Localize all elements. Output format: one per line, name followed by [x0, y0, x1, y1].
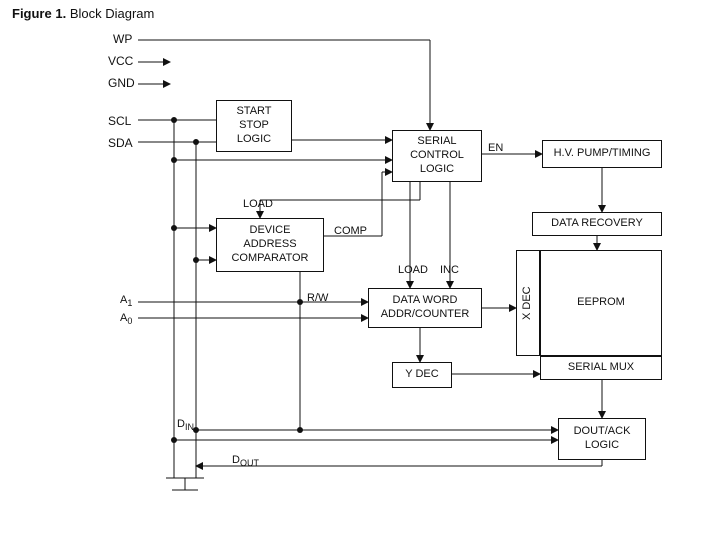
- sig-rw: R/W: [307, 292, 328, 304]
- block-data-recovery: DATA RECOVERY: [532, 212, 662, 236]
- block-serial-mux-label: SERIAL MUX: [568, 361, 634, 375]
- block-device-address-comparator: DEVICEADDRESSCOMPARATOR: [216, 218, 324, 272]
- block-start-stop-logic-label: STARTSTOPLOGIC: [236, 105, 271, 146]
- pin-a1: A1: [120, 294, 132, 308]
- block-data-recovery-label: DATA RECOVERY: [551, 217, 643, 231]
- pin-scl: SCL: [108, 114, 131, 128]
- block-serial-control-logic-label: SERIALCONTROLLOGIC: [410, 135, 464, 176]
- block-x-dec-label: X DEC: [521, 286, 535, 320]
- sig-comp: COMP: [334, 225, 367, 237]
- figure-number: Figure 1.: [12, 6, 66, 21]
- block-start-stop-logic: STARTSTOPLOGIC: [216, 100, 292, 152]
- pin-vcc: VCC: [108, 54, 133, 68]
- pin-wp: WP: [113, 32, 132, 46]
- pin-a0: A0: [120, 312, 132, 326]
- block-serial-control-logic: SERIALCONTROLLOGIC: [392, 130, 482, 182]
- block-serial-mux: SERIAL MUX: [540, 356, 662, 380]
- block-hv-pump-timing-label: H.V. PUMP/TIMING: [554, 147, 651, 161]
- pin-gnd: GND: [108, 76, 135, 90]
- figure-title: Figure 1. Block Diagram: [12, 6, 154, 21]
- block-y-dec: Y DEC: [392, 362, 452, 388]
- block-data-word-addr-counter: DATA WORDADDR/COUNTER: [368, 288, 482, 328]
- sig-load2: LOAD: [398, 264, 428, 276]
- block-x-dec: X DEC: [516, 250, 540, 356]
- block-device-address-comparator-label: DEVICEADDRESSCOMPARATOR: [231, 224, 308, 265]
- figure-name: Block Diagram: [70, 6, 155, 21]
- block-dout-ack-logic: DOUT/ACKLOGIC: [558, 418, 646, 460]
- block-dout-ack-logic-label: DOUT/ACKLOGIC: [574, 425, 631, 453]
- sig-inc: INC: [440, 264, 459, 276]
- block-data-word-addr-counter-label: DATA WORDADDR/COUNTER: [381, 294, 470, 322]
- sig-din: DIN: [177, 418, 194, 432]
- pin-sda: SDA: [108, 136, 133, 150]
- block-hv-pump-timing: H.V. PUMP/TIMING: [542, 140, 662, 168]
- sig-dout: DOUT: [232, 454, 259, 468]
- block-eeprom-label: EEPROM: [577, 296, 625, 310]
- block-eeprom: EEPROM: [540, 250, 662, 356]
- sig-load: LOAD: [243, 198, 273, 210]
- block-y-dec-label: Y DEC: [405, 368, 438, 382]
- sig-en: EN: [488, 142, 503, 154]
